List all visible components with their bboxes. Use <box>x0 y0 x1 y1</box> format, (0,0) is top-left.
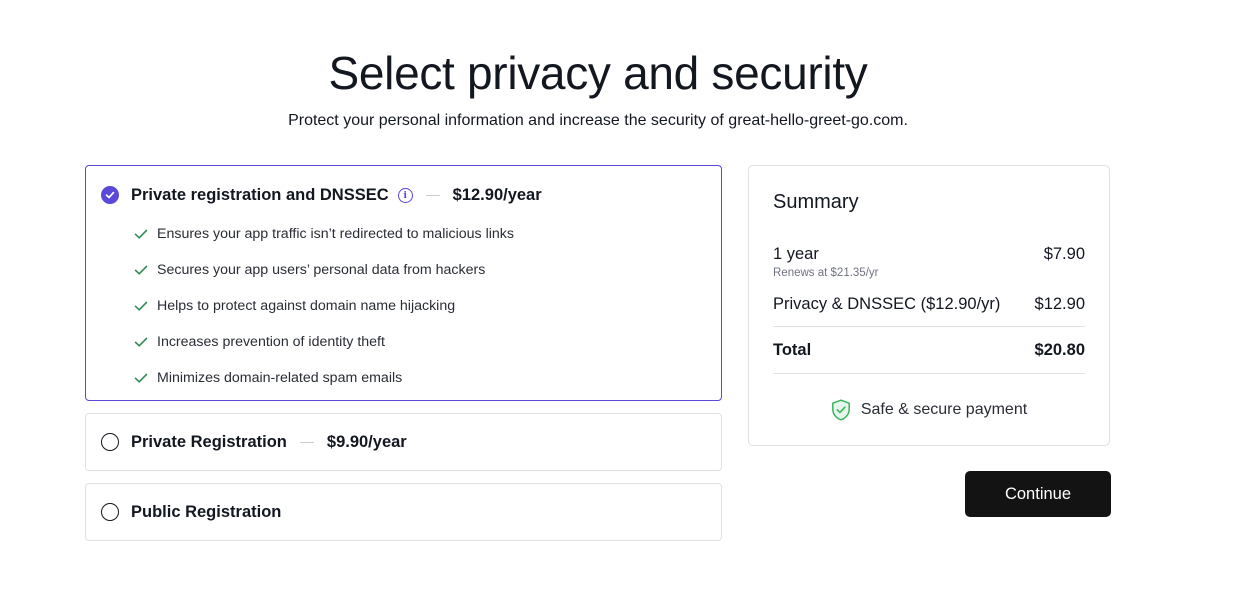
check-icon <box>134 373 148 383</box>
feature-list: Ensures your app traffic isn’t redirecte… <box>134 216 514 396</box>
renewal-note: Renews at $21.35/yr <box>773 267 879 279</box>
feature-item: Secures your app users’ personal data fr… <box>134 252 514 288</box>
check-icon <box>134 265 148 275</box>
option-title: Public Registration <box>131 502 282 521</box>
total-label: Total <box>773 341 812 359</box>
page-title: Select privacy and security <box>328 47 868 99</box>
summary-privacy-value: $12.90 <box>1034 295 1085 313</box>
option-title: Private Registration <box>131 432 287 451</box>
feature-text: Increases prevention of identity theft <box>157 334 385 350</box>
summary-card: Summary 1 year $7.90 Renews at $21.35/yr… <box>748 165 1110 446</box>
divider <box>773 373 1085 374</box>
summary-term-label: 1 year <box>773 245 819 263</box>
radio-unchecked[interactable] <box>101 433 119 451</box>
feature-text: Ensures your app traffic isn’t redirecte… <box>157 226 514 242</box>
feature-text: Helps to protect against domain name hij… <box>157 298 456 314</box>
check-icon <box>134 337 148 347</box>
summary-row-term: 1 year $7.90 <box>773 245 1085 264</box>
summary-title: Summary <box>773 191 859 213</box>
check-icon <box>105 191 115 199</box>
summary-privacy-label: Privacy & DNSSEC ($12.90/yr) <box>773 295 1001 313</box>
feature-item: Minimizes domain-related spam emails <box>134 360 514 396</box>
shield-check-icon <box>831 399 850 421</box>
option-public-registration[interactable]: Public Registration <box>85 483 722 541</box>
summary-row-total: Total $20.80 <box>773 341 1085 360</box>
option-title: Private registration and DNSSEC <box>131 185 389 204</box>
feature-item: Helps to protect against domain name hij… <box>134 288 514 324</box>
summary-term-value: $7.90 <box>1043 245 1085 263</box>
check-icon <box>134 229 148 239</box>
divider <box>773 326 1085 327</box>
option-price: $9.90/year <box>326 432 407 451</box>
feature-item: Ensures your app traffic isn’t redirecte… <box>134 216 514 252</box>
separator-dash <box>299 441 314 443</box>
secure-payment-text: Safe & secure payment <box>860 401 1028 418</box>
option-private-dnssec[interactable]: Private registration and DNSSEC i $12.90… <box>85 165 722 401</box>
check-icon <box>134 301 148 311</box>
summary-row-privacy: Privacy & DNSSEC ($12.90/yr) $12.90 <box>773 295 1085 314</box>
radio-checked[interactable] <box>101 186 119 204</box>
separator-dash <box>425 194 440 196</box>
option-private-registration[interactable]: Private Registration $9.90/year <box>85 413 722 471</box>
continue-button[interactable]: Continue <box>965 471 1111 517</box>
feature-text: Minimizes domain-related spam emails <box>157 370 403 386</box>
radio-unchecked[interactable] <box>101 503 119 521</box>
page-subtitle: Protect your personal information and in… <box>288 112 908 129</box>
feature-item: Increases prevention of identity theft <box>134 324 514 360</box>
secure-payment-note: Safe & secure payment <box>749 399 1109 421</box>
info-icon[interactable]: i <box>397 187 413 203</box>
total-value: $20.80 <box>1034 341 1085 359</box>
feature-text: Secures your app users’ personal data fr… <box>157 262 486 278</box>
option-price: $12.90/year <box>452 185 542 204</box>
